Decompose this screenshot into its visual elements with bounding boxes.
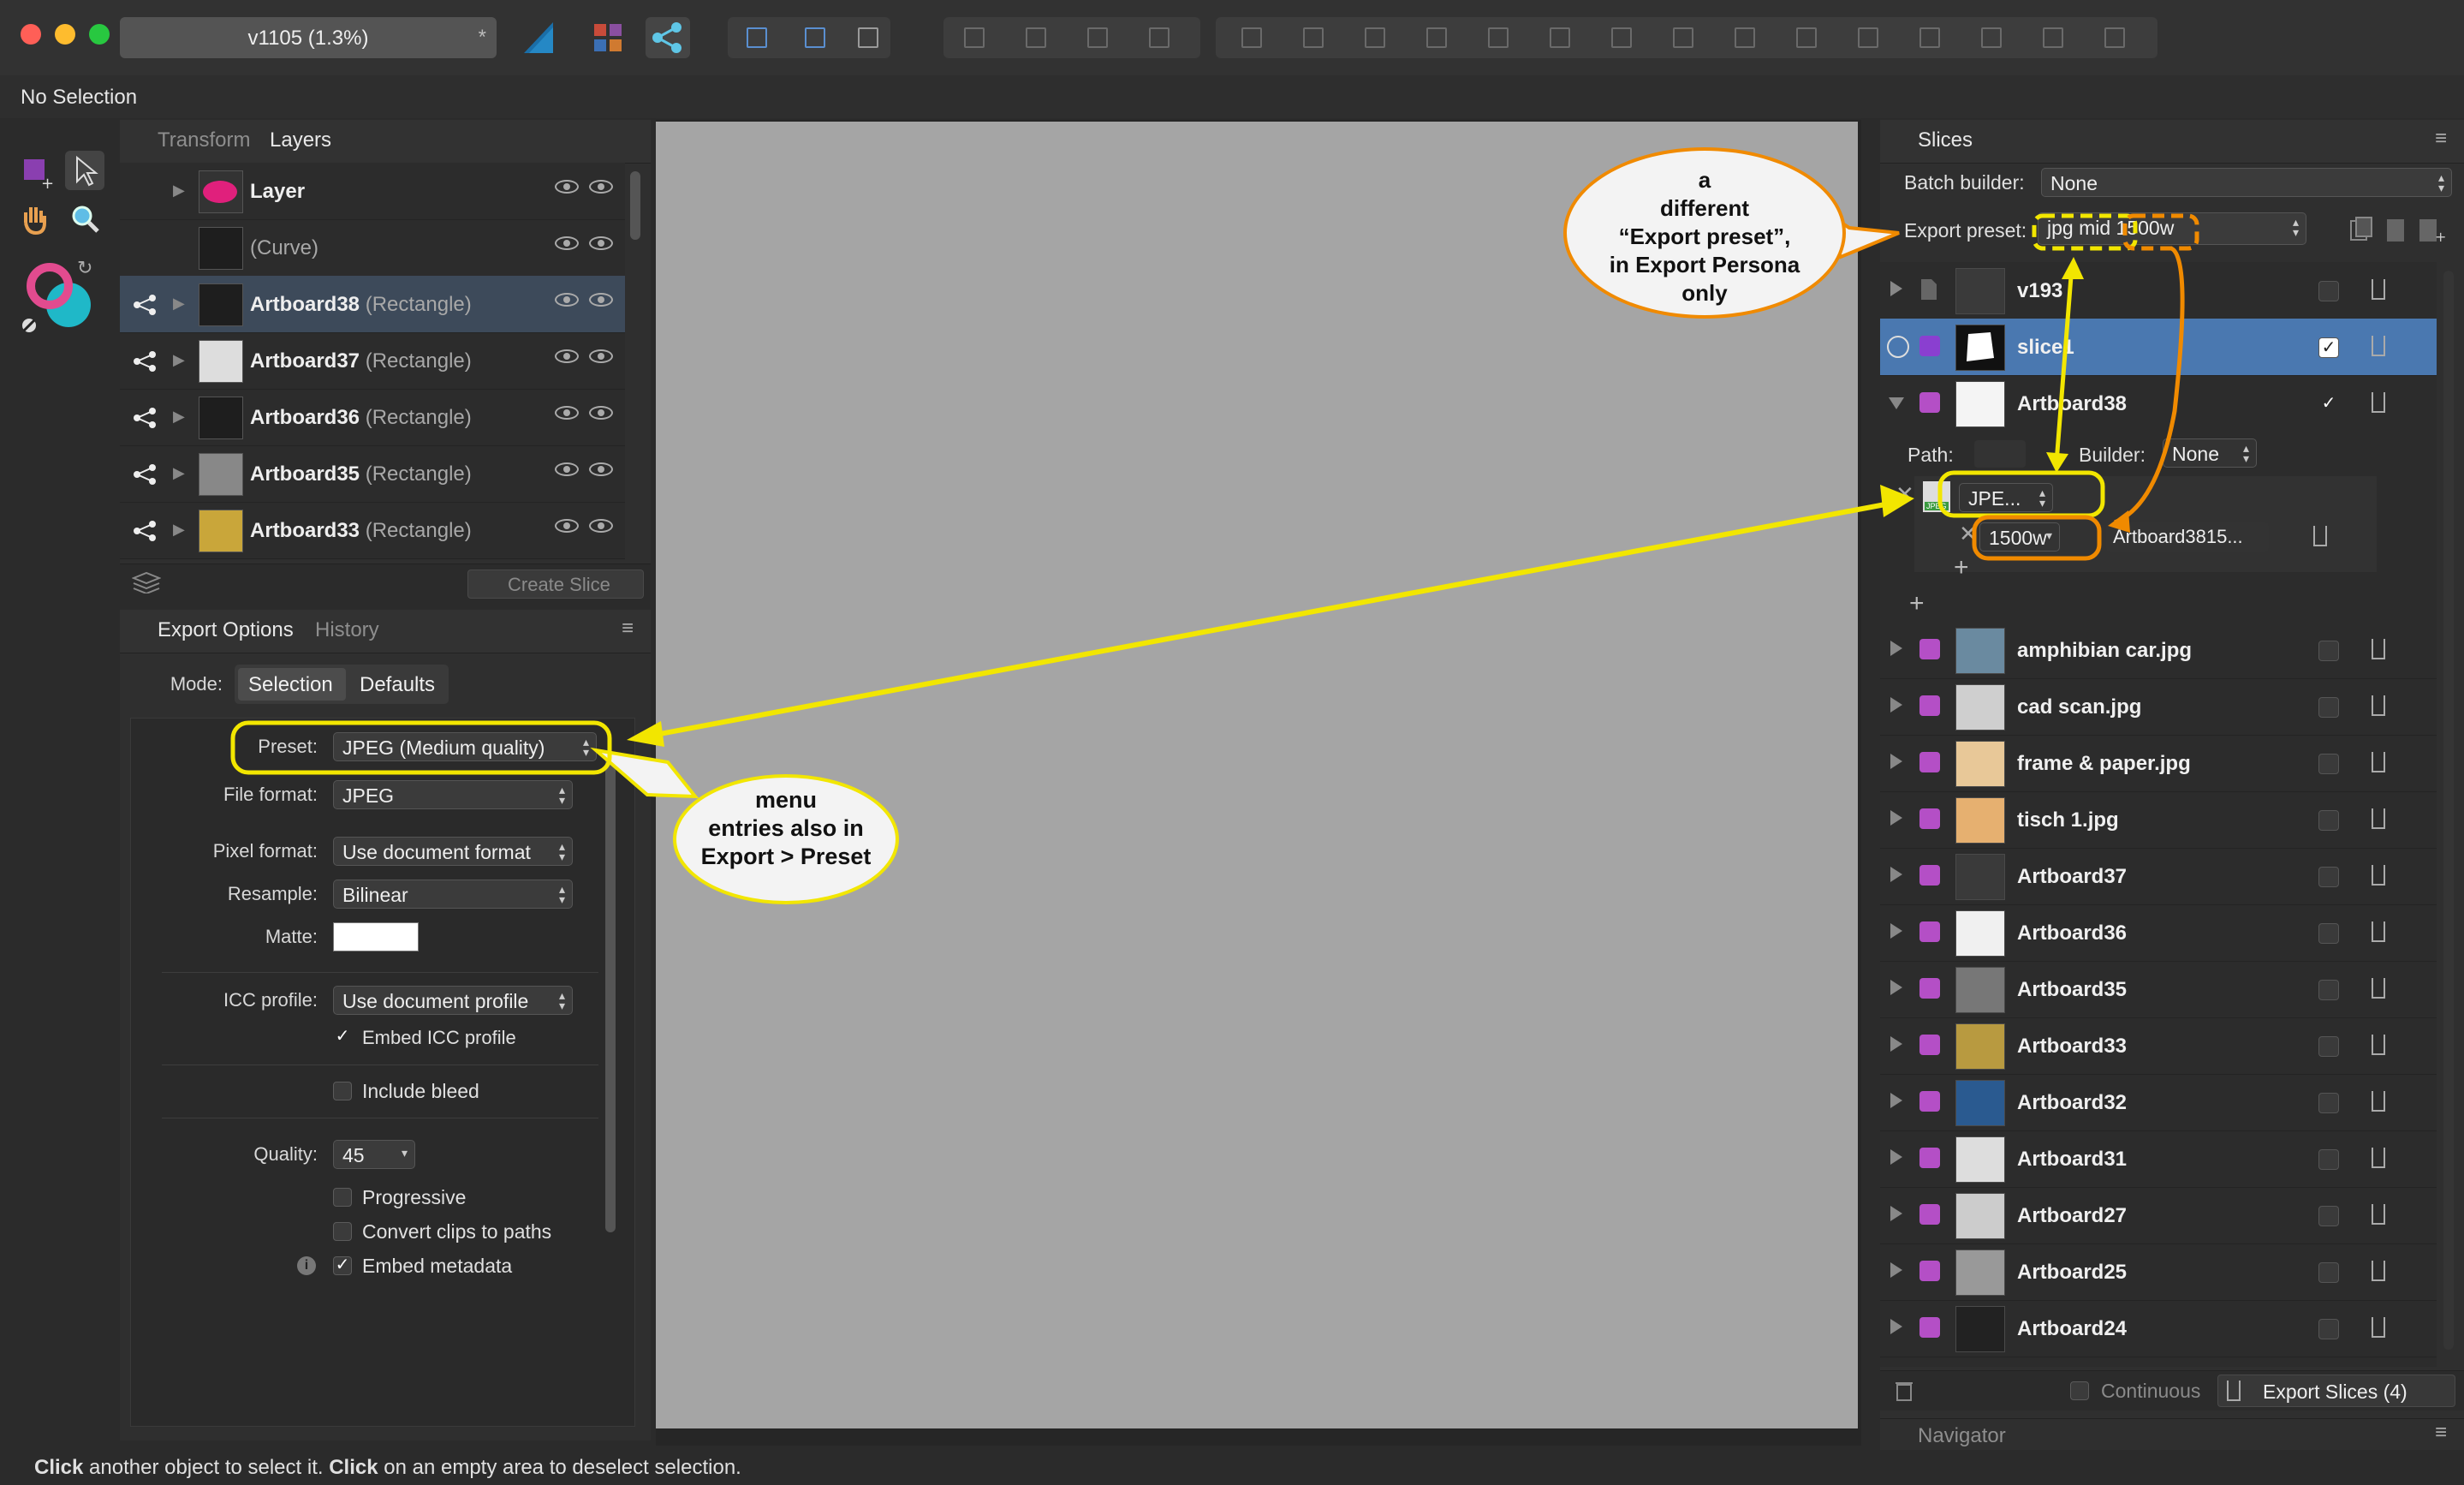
callout-line: different: [1660, 195, 1749, 221]
status-bold: Click: [329, 1456, 378, 1479]
arrowhead-down: [2046, 452, 2068, 473]
arrowhead-up: [2062, 257, 2084, 279]
format-highlight: [1937, 470, 2105, 518]
callout-line: menu: [754, 787, 817, 813]
preset-link-arrow: [636, 499, 1900, 741]
format-link-arrow: [2054, 265, 2074, 463]
callout-line: only: [1681, 280, 1728, 306]
size-highlight: [1972, 515, 2102, 561]
callout-export-preset: a different “Export preset”, in Export P…: [1563, 147, 1846, 319]
status-part: on an empty area to deselect selection.: [378, 1456, 741, 1479]
status-bold: Click: [34, 1456, 84, 1479]
arrowhead-right: [1880, 485, 1914, 517]
callout-menu-entries: menu entries also in Export > Preset: [673, 774, 899, 904]
status-part: another object to select it.: [83, 1456, 330, 1479]
status-text: Click another object to select it. Click…: [34, 1456, 741, 1480]
callout-line: in Export Persona: [1609, 252, 1800, 277]
callout-line: Export > Preset: [700, 844, 872, 869]
callout-line: entries also in: [708, 815, 864, 841]
callout-line: a: [1698, 167, 1711, 193]
preset-select-highlight: [230, 720, 612, 775]
size-link-arrow: [2114, 246, 2185, 525]
callout-line: “Export preset”,: [1618, 224, 1791, 249]
arrowhead-left: [627, 721, 664, 747]
status-bar: Click another object to select it. Click…: [0, 1451, 2464, 1485]
arrowhead-orange: [2108, 510, 2130, 533]
preset-highlight-yellow: [2032, 213, 2138, 251]
annotation-arrows: [230, 200, 2199, 799]
